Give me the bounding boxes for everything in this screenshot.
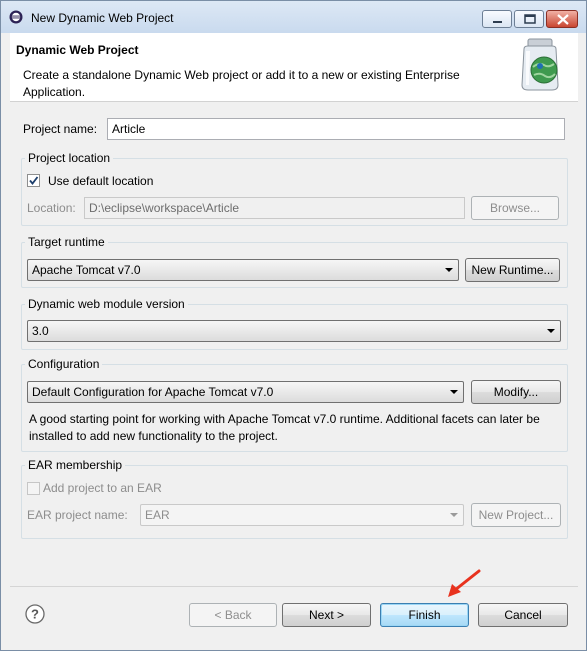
maximize-icon: [524, 14, 536, 24]
title-bar[interactable]: New Dynamic Web Project: [1, 1, 586, 33]
window-title: New Dynamic Web Project: [31, 11, 174, 25]
footer-separator: [10, 586, 578, 587]
chevron-down-icon: [450, 390, 458, 394]
new-runtime-button[interactable]: New Runtime...: [465, 258, 560, 282]
add-to-ear-label: Add project to an EAR: [43, 481, 162, 495]
configuration-select[interactable]: Default Configuration for Apache Tomcat …: [27, 381, 464, 403]
cancel-button[interactable]: Cancel: [478, 603, 568, 627]
chevron-down-icon: [547, 329, 555, 333]
minimize-icon: [493, 21, 502, 23]
new-dynamic-web-project-dialog: New Dynamic Web Project Dynamic Web Proj…: [0, 0, 587, 651]
new-ear-project-button[interactable]: New Project...: [471, 503, 561, 527]
configuration-title: Configuration: [25, 357, 103, 371]
configuration-description: A good starting point for working with A…: [29, 412, 540, 443]
module-version-title: Dynamic web module version: [25, 297, 188, 311]
use-default-location-checkbox[interactable]: [27, 174, 40, 187]
wizard-title: Dynamic Web Project: [16, 43, 139, 57]
chevron-down-icon: [450, 513, 458, 517]
browse-button[interactable]: Browse...: [471, 196, 559, 220]
close-button[interactable]: [546, 10, 578, 28]
module-version-select[interactable]: 3.0: [27, 320, 561, 342]
eclipse-icon: [9, 10, 23, 24]
ear-membership-group: [21, 465, 568, 539]
project-name-label: Project name:: [23, 122, 98, 136]
modify-button[interactable]: Modify...: [471, 380, 561, 404]
minimize-button[interactable]: [482, 10, 512, 28]
target-runtime-value: Apache Tomcat v7.0: [32, 263, 141, 277]
help-icon[interactable]: ?: [25, 604, 45, 624]
target-runtime-select[interactable]: Apache Tomcat v7.0: [27, 259, 459, 281]
target-runtime-title: Target runtime: [25, 235, 108, 249]
configuration-value: Default Configuration for Apache Tomcat …: [32, 385, 274, 399]
project-name-input[interactable]: Article: [107, 118, 565, 140]
use-default-location-label: Use default location: [48, 174, 154, 188]
close-icon: [557, 14, 569, 25]
web-project-jar-globe-icon: [521, 38, 559, 91]
location-label: Location:: [27, 201, 76, 215]
ear-project-name-label: EAR project name:: [27, 508, 128, 522]
checkmark-icon: [29, 176, 39, 185]
svg-text:?: ?: [31, 607, 39, 622]
project-location-title: Project location: [25, 151, 114, 165]
finish-button[interactable]: Finish: [380, 603, 469, 627]
wizard-description: Create a standalone Dynamic Web project …: [23, 68, 460, 99]
ear-project-name-value: EAR: [145, 508, 170, 522]
maximize-button[interactable]: [514, 10, 544, 28]
chevron-down-icon: [445, 268, 453, 272]
ear-project-name-select[interactable]: EAR: [140, 504, 464, 526]
red-arrow-pointer-icon: [448, 569, 481, 597]
wizard-header: Dynamic Web Project Create a standalone …: [10, 33, 578, 102]
ear-membership-title: EAR membership: [25, 458, 126, 472]
add-to-ear-checkbox[interactable]: [27, 482, 40, 495]
next-button[interactable]: Next >: [282, 603, 371, 627]
module-version-value: 3.0: [32, 324, 49, 338]
back-button[interactable]: < Back: [189, 603, 277, 627]
location-input[interactable]: D:\eclipse\workspace\Article: [84, 197, 465, 219]
